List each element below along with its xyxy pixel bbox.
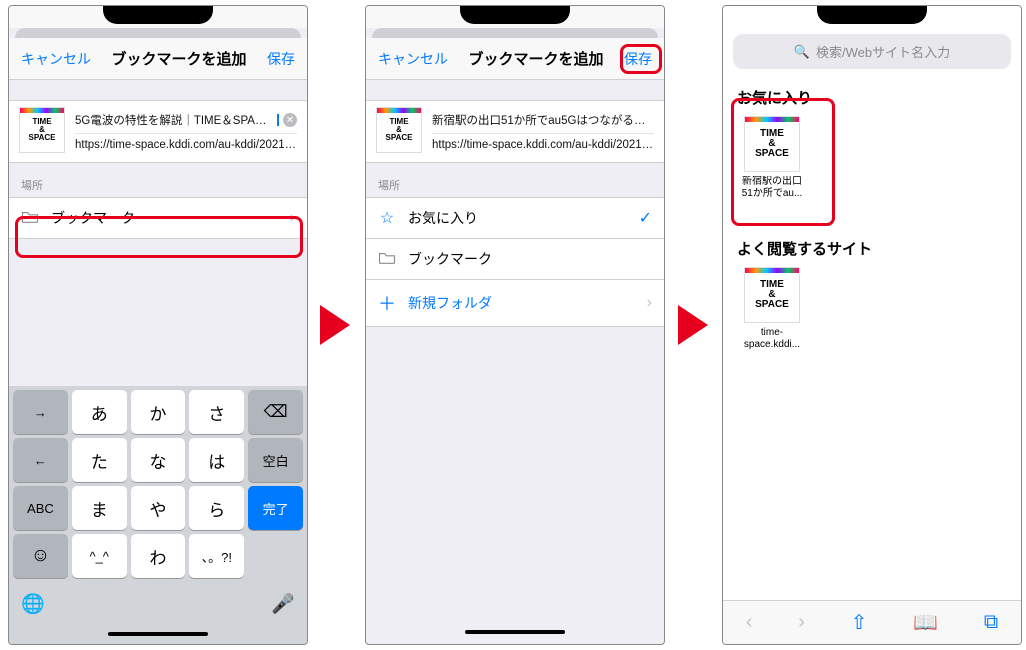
- key-a[interactable]: あ: [72, 390, 127, 434]
- share-icon[interactable]: ⇧: [851, 610, 868, 635]
- frequent-caption: time-space.kddi...: [737, 327, 807, 351]
- bookmark-title-field[interactable]: 5G電波の特性を解説｜TIME＆SPACE by KDDI ✕: [75, 107, 297, 133]
- new-folder-row[interactable]: ＋ 新規フォルダ ›: [366, 280, 664, 327]
- chevron-right-icon: ›: [290, 209, 295, 227]
- key-left[interactable]: ←: [13, 438, 68, 482]
- bookmark-url-field[interactable]: https://time-space.kddi.com/au-kddi/2021…: [432, 133, 654, 156]
- location-section-label: 場所: [366, 163, 664, 197]
- key-ka[interactable]: か: [131, 390, 186, 434]
- screen1: キャンセル ブックマークを追加 保存 TIME&SPACE 5G電波の特性を解説…: [8, 5, 308, 645]
- status-bar: [9, 6, 307, 28]
- home-indicator: [465, 630, 565, 634]
- site-favicon: TIME&SPACE: [19, 107, 65, 153]
- status-bar: [723, 6, 1021, 28]
- bookmarks-label: ブックマーク: [408, 249, 492, 269]
- nav-title: ブックマークを追加: [111, 48, 246, 69]
- folder-icon: [21, 210, 39, 227]
- back-icon[interactable]: ‹: [746, 611, 753, 634]
- key-arrow[interactable]: →: [13, 390, 68, 434]
- key-sa[interactable]: さ: [189, 390, 244, 434]
- key-punct[interactable]: 、。?!: [189, 534, 244, 578]
- key-na[interactable]: な: [131, 438, 186, 482]
- favorite-caption: 新宿駅の出口51か所でau...: [737, 176, 807, 200]
- sheet-edge: [372, 28, 658, 38]
- key-emoji[interactable]: ☺: [13, 534, 68, 578]
- keyboard[interactable]: → あ か さ ⌫ ← た な は 空白 ABC ま や ら 完了 ☺ ^_^ …: [9, 386, 307, 644]
- cancel-button[interactable]: キャンセル: [21, 49, 91, 69]
- mic-icon[interactable]: 🎤: [263, 582, 303, 626]
- location-section-label: 場所: [9, 163, 307, 197]
- search-input[interactable]: 🔍 検索/Webサイト名入力: [733, 34, 1011, 69]
- sheet-edge: [15, 28, 301, 38]
- nav-title: ブックマークを追加: [468, 48, 603, 69]
- key-done[interactable]: 完了: [248, 486, 303, 530]
- next-arrow-icon: [678, 305, 708, 345]
- screen2: キャンセル ブックマークを追加 保存 TIME&SPACE 新宿駅の出口51か所…: [365, 5, 665, 645]
- folder-row-favorites[interactable]: ☆ お気に入り ✓: [366, 197, 664, 239]
- next-arrow-icon: [320, 305, 350, 345]
- key-spacebar[interactable]: 空白: [248, 438, 303, 482]
- save-button[interactable]: 保存: [624, 49, 652, 69]
- key-backspace[interactable]: ⌫: [248, 390, 303, 434]
- status-bar: [366, 6, 664, 28]
- favorites-label: お気に入り: [408, 208, 478, 228]
- folder-row-bookmarks[interactable]: ブックマーク: [366, 239, 664, 280]
- save-button[interactable]: 保存: [267, 49, 295, 69]
- site-favicon: TIME&SPACE: [744, 116, 800, 172]
- plus-icon: ＋: [378, 290, 396, 316]
- tabs-icon[interactable]: ⧉: [984, 611, 998, 634]
- folder-row-bookmarks[interactable]: ブックマーク ›: [9, 197, 307, 239]
- search-placeholder: 検索/Webサイト名入力: [816, 42, 950, 61]
- globe-icon[interactable]: 🌐: [13, 582, 53, 626]
- folder-icon: [378, 251, 396, 268]
- folder-label: ブックマーク: [51, 208, 135, 228]
- key-ma[interactable]: ま: [72, 486, 127, 530]
- screen3: 🔍 検索/Webサイト名入力 お気に入り TIME&SPACE 新宿駅の出口51…: [722, 5, 1022, 645]
- check-icon: ✓: [639, 208, 652, 228]
- key-ra[interactable]: ら: [189, 486, 244, 530]
- site-favicon: TIME&SPACE: [376, 107, 422, 153]
- clear-icon[interactable]: ✕: [283, 113, 297, 127]
- navbar: キャンセル ブックマークを追加 保存: [366, 38, 664, 80]
- key-face[interactable]: ^_^: [72, 534, 127, 578]
- key-abc[interactable]: ABC: [13, 486, 68, 530]
- key-ya[interactable]: や: [131, 486, 186, 530]
- bookmark-url-field[interactable]: https://time-space.kddi.com/au-kddi/2021…: [75, 133, 297, 156]
- cancel-button[interactable]: キャンセル: [378, 49, 448, 69]
- chevron-right-icon: ›: [647, 294, 652, 312]
- bookmark-edit-block: TIME&SPACE 5G電波の特性を解説｜TIME＆SPACE by KDDI…: [9, 100, 307, 163]
- home-indicator: [108, 632, 208, 636]
- text-cursor: [277, 114, 279, 126]
- bookmark-edit-block: TIME&SPACE 新宿駅の出口51か所でau5Gはつながるのか？現… htt…: [366, 100, 664, 163]
- search-icon: 🔍: [794, 44, 810, 60]
- site-favicon: TIME&SPACE: [744, 267, 800, 323]
- frequent-section-title: よく閲覧するサイト: [723, 234, 1021, 267]
- frequent-tile[interactable]: TIME&SPACE time-space.kddi...: [737, 267, 807, 351]
- favorite-tile[interactable]: TIME&SPACE 新宿駅の出口51か所でau...: [737, 116, 807, 200]
- newfolder-label: 新規フォルダ: [408, 293, 492, 313]
- favorites-section-title: お気に入り: [723, 83, 1021, 116]
- navbar: キャンセル ブックマークを追加 保存: [9, 38, 307, 80]
- forward-icon[interactable]: ›: [798, 611, 805, 634]
- key-ta[interactable]: た: [72, 438, 127, 482]
- star-icon: ☆: [378, 208, 396, 228]
- key-wa[interactable]: わ: [131, 534, 186, 578]
- bookmark-title-field[interactable]: 新宿駅の出口51か所でau5Gはつながるのか？現…: [432, 107, 654, 133]
- bottom-toolbar: ‹ › ⇧ 📖 ⧉: [723, 600, 1021, 644]
- key-ha[interactable]: は: [189, 438, 244, 482]
- bookmarks-icon[interactable]: 📖: [913, 610, 938, 635]
